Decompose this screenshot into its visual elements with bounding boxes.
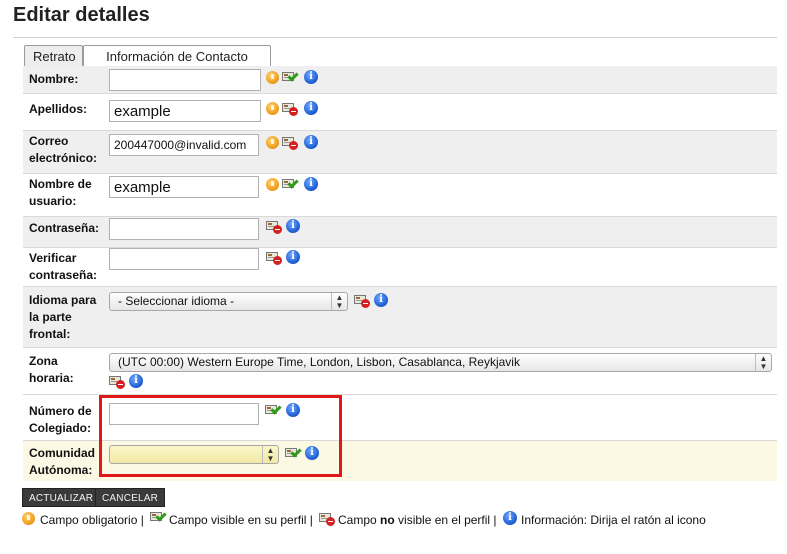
legend-required: Campo obligatorio | [40, 513, 144, 527]
visible-profile-icon [150, 510, 167, 525]
select-arrows-icon: ▲ ▼ [755, 354, 771, 371]
not-visible-profile-icon [266, 251, 283, 265]
visible-profile-icon [282, 70, 299, 85]
verificar-label-line1: Verificar [29, 251, 77, 265]
legend-info: Información: Dirija el ratón al icono [521, 513, 706, 527]
usuario-label-line2: usuario: [29, 194, 77, 208]
idioma-label-line2: la parte [29, 310, 72, 324]
zona-select-value: (UTC 00:00) Western Europe Time, London,… [118, 355, 520, 369]
apellidos-input[interactable] [109, 100, 261, 122]
required-field-icon [22, 512, 35, 525]
not-visible-profile-icon [354, 294, 371, 308]
comunidad-label-line1: Comunidad [29, 446, 95, 460]
actualizar-button[interactable]: ACTUALIZAR [22, 488, 101, 507]
zona-label-line1: Zona [29, 354, 58, 368]
required-field-icon [266, 71, 279, 84]
contrasena-label: Contraseña: [29, 221, 100, 235]
colegiado-label-line1: Número de [29, 404, 92, 418]
usuario-label-line1: Nombre de [29, 177, 92, 191]
legend-visible: Campo visible en su perfil | [169, 513, 313, 527]
row-idioma: Idioma para la parte frontal: - Seleccio… [23, 287, 777, 347]
required-field-icon [266, 102, 279, 115]
info-icon[interactable]: i [304, 70, 318, 84]
info-icon[interactable]: i [129, 374, 143, 388]
legend-not-visible-pre: Campo [338, 513, 377, 527]
idioma-select-value: - Seleccionar idioma - [118, 294, 235, 308]
info-icon[interactable]: i [304, 177, 318, 191]
row-usuario: Nombre de usuario: i [23, 174, 777, 216]
correo-input[interactable] [109, 134, 259, 156]
correo-label-line1: Correo [29, 134, 69, 148]
nombre-label: Nombre: [29, 72, 79, 86]
not-visible-profile-icon [282, 102, 299, 116]
select-arrows-icon: ▲ ▼ [331, 293, 347, 310]
row-nombre: Nombre: i [23, 66, 777, 93]
verificar-label-line2: contraseña: [29, 268, 98, 282]
row-zona: Zona horaria: (UTC 00:00) Western Europe… [23, 348, 777, 394]
cancelar-button[interactable]: CANCELAR [95, 488, 166, 507]
row-contrasena: Contraseña: i [23, 217, 777, 247]
info-icon[interactable]: i [304, 101, 318, 115]
info-icon[interactable]: i [286, 219, 300, 233]
not-visible-profile-icon [266, 220, 283, 234]
info-icon[interactable]: i [374, 293, 388, 307]
idioma-label-line3: frontal: [29, 327, 71, 341]
idioma-select[interactable]: - Seleccionar idioma - ▲ ▼ [109, 292, 348, 311]
visible-profile-icon [282, 177, 299, 192]
required-field-icon [266, 178, 279, 191]
tab-informacion-contacto[interactable]: Información de Contacto [83, 45, 271, 68]
highlight-box [99, 395, 342, 477]
required-field-icon [266, 136, 279, 149]
idioma-label-line1: Idioma para [29, 293, 97, 307]
row-verificar: Verificar contraseña: i [23, 248, 777, 286]
not-visible-profile-icon [319, 512, 336, 526]
usuario-input[interactable] [109, 176, 259, 198]
comunidad-label-line2: Autónoma: [29, 463, 93, 477]
correo-label-line2: electrónico: [29, 151, 98, 165]
info-icon[interactable]: i [286, 250, 300, 264]
zona-select[interactable]: (UTC 00:00) Western Europe Time, London,… [109, 353, 772, 372]
apellidos-label: Apellidos: [29, 102, 88, 116]
verificar-input[interactable] [109, 248, 259, 270]
row-apellidos: Apellidos: i [23, 94, 777, 130]
contrasena-input[interactable] [109, 218, 259, 240]
info-icon[interactable]: i [503, 511, 517, 525]
colegiado-label-line2: Colegiado: [29, 421, 91, 435]
title-divider [13, 37, 777, 38]
legend-not-visible-post: visible en el perfil | [398, 513, 497, 527]
info-icon[interactable]: i [304, 135, 318, 149]
legend-not-visible: Campo no visible en el perfil | [338, 513, 497, 527]
tab-retrato[interactable]: Retrato [24, 45, 83, 67]
page-title: Editar detalles [13, 4, 150, 26]
not-visible-profile-icon [282, 136, 299, 150]
nombre-input[interactable] [109, 69, 261, 91]
zona-label-line2: horaria: [29, 371, 74, 385]
not-visible-profile-icon [109, 375, 126, 389]
row-correo: Correo electrónico: i [23, 131, 777, 173]
legend-not-visible-bold: no [380, 513, 395, 527]
